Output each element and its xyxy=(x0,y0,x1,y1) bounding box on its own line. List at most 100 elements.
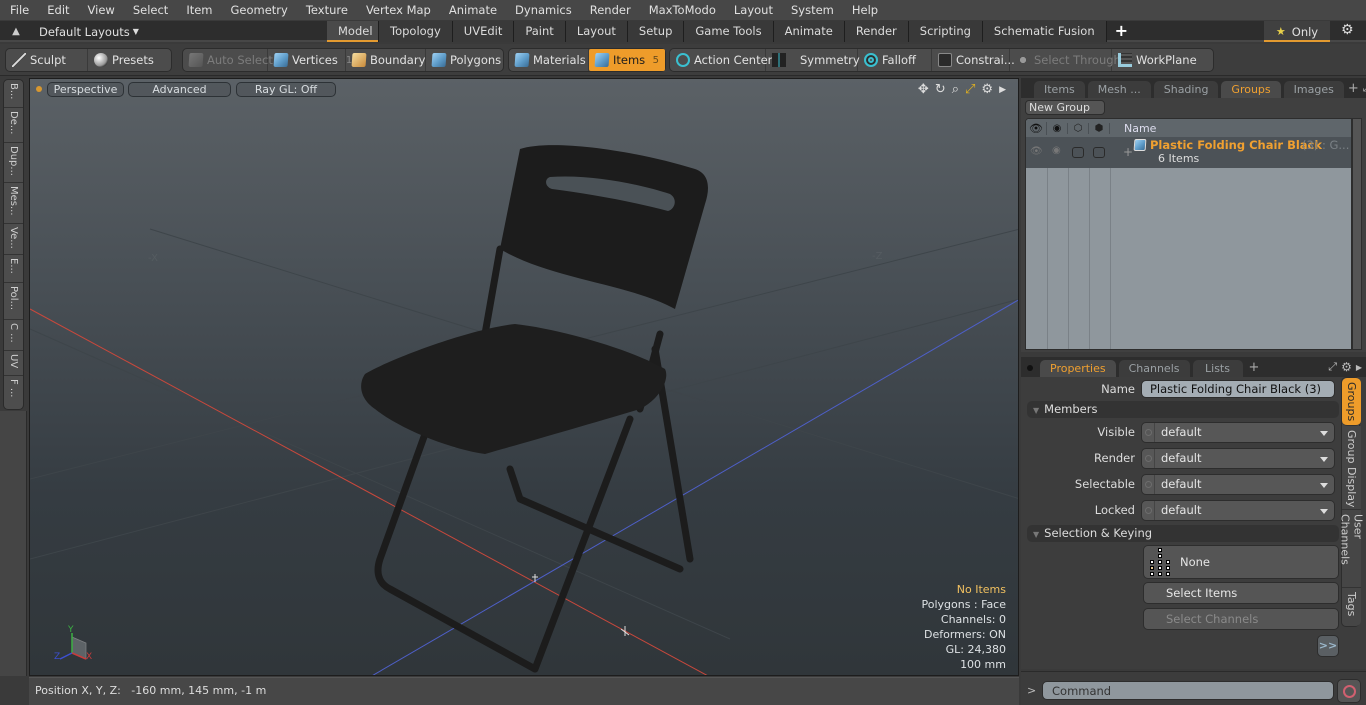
left-tab-fusion[interactable]: F ... xyxy=(4,376,23,409)
layouts-selector[interactable]: ▲ Default Layouts ▼ xyxy=(0,21,139,42)
select-channels-button[interactable]: Select Channels xyxy=(1143,608,1339,630)
tab-scripting[interactable]: Scripting xyxy=(908,21,983,42)
members-section[interactable]: Members xyxy=(1027,401,1339,418)
left-tab-vertex[interactable]: Ve... xyxy=(4,224,23,255)
tab-topology[interactable]: Topology xyxy=(379,21,453,42)
rotate-icon[interactable]: ↻ xyxy=(935,82,946,98)
menu-select[interactable]: Select xyxy=(123,3,176,17)
tab-images[interactable]: Images xyxy=(1283,81,1344,98)
side-tab-group-display[interactable]: Group Display xyxy=(1342,426,1361,510)
row-visibility-eye-icon[interactable]: 👁 xyxy=(1030,146,1043,157)
raygl-toggle[interactable]: Ray GL: Off xyxy=(236,82,336,97)
side-tab-tags[interactable]: Tags xyxy=(1342,588,1361,626)
viewport-status-dot[interactable] xyxy=(36,86,42,92)
boundary-button[interactable]: Boundary xyxy=(346,49,426,71)
name-column-header[interactable]: Name xyxy=(1124,122,1156,135)
wireframe-cube-icon[interactable]: ⬡ xyxy=(1068,122,1089,134)
perspective-dropdown[interactable]: Perspective xyxy=(47,82,124,97)
more-button[interactable]: >> xyxy=(1317,635,1339,657)
tab-groups[interactable]: Groups xyxy=(1221,81,1281,98)
menu-view[interactable]: View xyxy=(78,3,123,17)
left-tab-mesh-edit[interactable]: Mes... xyxy=(4,183,23,224)
maximize-fit-icon[interactable]: ⤢ xyxy=(965,82,975,98)
tab-schematic-fusion[interactable]: Schematic Fusion xyxy=(982,21,1107,42)
advanced-dropdown[interactable]: Advanced xyxy=(128,82,231,97)
left-tab-duplicate[interactable]: Dup... xyxy=(4,143,23,183)
none-hierarchy-button[interactable]: None xyxy=(1143,545,1339,579)
symmetry-button[interactable]: Symmetry xyxy=(766,49,860,71)
auto-select-button[interactable]: Auto Select xyxy=(183,49,273,71)
viewport-menu-arrow-icon[interactable]: ▶ xyxy=(999,82,1006,98)
constraints-button[interactable]: Constrai... xyxy=(932,49,1015,71)
collapse-up-icon[interactable]: ▲ xyxy=(9,26,23,37)
tab-layout[interactable]: Layout xyxy=(565,21,628,42)
tab-properties[interactable]: Properties xyxy=(1040,360,1116,377)
chair-model[interactable] xyxy=(361,145,708,673)
side-tab-groups[interactable]: Groups xyxy=(1342,378,1361,426)
tab-uvedit[interactable]: UVEdit xyxy=(452,21,515,42)
left-tab-edge[interactable]: E... xyxy=(4,255,23,283)
visibility-eye-icon[interactable]: 👁 xyxy=(1026,121,1047,135)
default-layouts-label[interactable]: Default Layouts xyxy=(39,25,130,39)
groups-list-scrollbar[interactable] xyxy=(1352,118,1362,350)
locked-dropdown[interactable]: default xyxy=(1141,499,1335,521)
menu-vertex-map[interactable]: Vertex Map xyxy=(356,3,439,17)
falloff-button[interactable]: Falloff xyxy=(858,49,932,71)
tab-shading[interactable]: Shading xyxy=(1153,81,1219,98)
selectable-dropdown[interactable]: default xyxy=(1141,473,1335,495)
materials-button[interactable]: Materials xyxy=(509,49,589,71)
items-button[interactable]: Items 5 xyxy=(589,49,665,71)
only-toggle[interactable]: ★ Only xyxy=(1264,21,1330,42)
zoom-magnifier-icon[interactable]: ⌕ xyxy=(952,82,959,98)
action-center-button[interactable]: Action Center xyxy=(670,49,772,71)
tab-setup[interactable]: Setup xyxy=(627,21,685,42)
tab-game-tools[interactable]: Game Tools xyxy=(684,21,774,42)
menu-render[interactable]: Render xyxy=(580,3,639,17)
pan-move-icon[interactable]: ✥ xyxy=(918,82,929,98)
render-camera-icon[interactable]: ◉ xyxy=(1047,122,1068,134)
menu-texture[interactable]: Texture xyxy=(296,3,356,17)
properties-menu-arrow-icon[interactable]: ▶ xyxy=(1356,363,1362,372)
menu-item[interactable]: Item xyxy=(176,3,220,17)
menu-geometry[interactable]: Geometry xyxy=(221,3,296,17)
menu-layout[interactable]: Layout xyxy=(724,3,781,17)
presets-button[interactable]: Presets xyxy=(88,49,160,71)
left-tab-deform[interactable]: De... xyxy=(4,108,23,143)
tab-channels[interactable]: Channels xyxy=(1118,360,1190,377)
name-field[interactable]: Plastic Folding Chair Black (3) xyxy=(1141,380,1335,398)
left-tab-polygon[interactable]: Pol... xyxy=(4,283,23,320)
workplane-button[interactable]: WorkPlane xyxy=(1112,49,1203,71)
tab-animate[interactable]: Animate xyxy=(773,21,845,42)
menu-maxtomodo[interactable]: MaxToModo xyxy=(639,3,724,17)
menu-animate[interactable]: Animate xyxy=(439,3,505,17)
properties-gear-icon[interactable]: ⚙ xyxy=(1341,360,1352,374)
new-group-button[interactable]: New Group xyxy=(1025,100,1105,115)
select-items-button[interactable]: Select Items xyxy=(1143,582,1339,604)
render-dropdown[interactable]: default xyxy=(1141,447,1335,469)
left-tab-curve[interactable]: C ... xyxy=(4,320,23,351)
add-tab-button[interactable]: + xyxy=(1107,21,1136,42)
expand-plus-icon[interactable]: + xyxy=(1123,145,1133,159)
gear-icon[interactable]: ⚙ xyxy=(1341,22,1354,38)
visible-dropdown[interactable]: default xyxy=(1141,421,1335,443)
command-input[interactable] xyxy=(1042,681,1334,700)
add-properties-tab-icon[interactable]: + xyxy=(1249,360,1260,375)
menu-file[interactable]: File xyxy=(0,3,37,17)
row-wireframe-toggle[interactable] xyxy=(1072,147,1084,158)
group-name[interactable]: Plastic Folding Chair Black xyxy=(1150,138,1322,152)
tab-lists[interactable]: Lists xyxy=(1192,360,1243,377)
add-panel-tab-icon[interactable]: + xyxy=(1348,81,1359,96)
selection-keying-section[interactable]: Selection & Keying xyxy=(1027,525,1339,542)
menu-edit[interactable]: Edit xyxy=(37,3,77,17)
row-render-camera-icon[interactable]: ◉ xyxy=(1052,145,1061,156)
polygons-button[interactable]: Polygons xyxy=(426,49,507,71)
select-through-button[interactable]: Select Through xyxy=(1010,49,1121,71)
tab-mesh[interactable]: Mesh ... xyxy=(1087,81,1151,98)
3d-viewport[interactable]: -X -Z Y X Z Perspective Advanced Ray GL:… xyxy=(29,78,1019,676)
menu-system[interactable]: System xyxy=(781,3,842,17)
tab-render[interactable]: Render xyxy=(844,21,909,42)
left-tab-basic[interactable]: B... xyxy=(4,80,23,108)
menu-help[interactable]: Help xyxy=(842,3,886,17)
expand-properties-icon[interactable]: ⤢ xyxy=(1328,360,1337,374)
vertices-button[interactable]: Vertices 1 xyxy=(268,49,352,71)
